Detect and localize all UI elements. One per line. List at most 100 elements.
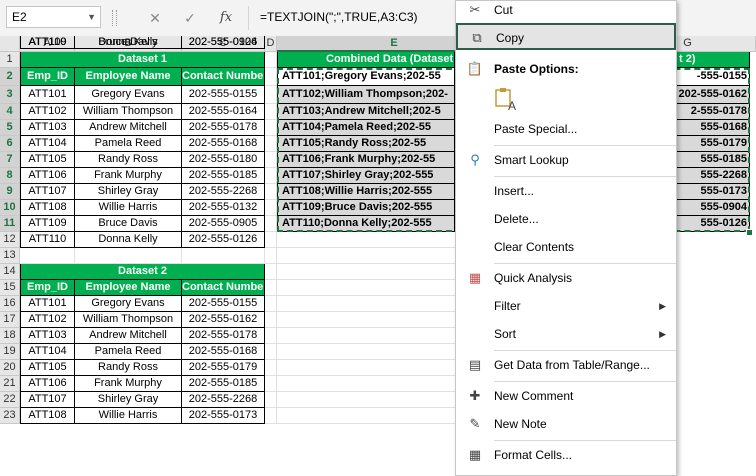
formula-input[interactable]: =TEXTJOIN(";",TRUE,A3:C3) [252, 6, 470, 28]
combined-cell[interactable]: ATT107;Shirley Gray;202-555 [277, 168, 455, 184]
dataset1-table-cell[interactable]: William Thompson [75, 104, 182, 120]
empty-cell[interactable] [265, 328, 277, 344]
dataset2-table-cell[interactable]: Pamela Reed [75, 344, 182, 360]
dataset1-table-cell[interactable]: 202-555-0155 [182, 86, 265, 104]
empty-cell[interactable] [265, 376, 277, 392]
empty-cell[interactable] [265, 86, 277, 104]
empty-cell[interactable] [265, 264, 277, 280]
dataset1-table-cell[interactable]: 202-555-0132 [182, 200, 265, 216]
dataset2-table-cell[interactable]: Willie Harris [75, 408, 182, 424]
combined-cell[interactable]: ATT102;William Thompson;202- [277, 86, 455, 104]
menu-item-delete[interactable]: Delete... [456, 206, 676, 232]
empty-cell[interactable] [182, 248, 265, 264]
dataset1-header-cell[interactable]: Employee Name [75, 68, 182, 86]
dataset2-table-cell[interactable]: 202-555-0155 [182, 296, 265, 312]
row-header-22[interactable]: 22 [0, 392, 20, 408]
dataset1-table-cell[interactable]: 202-555-0178 [182, 120, 265, 136]
dataset2-table-cell[interactable]: Frank Murphy [75, 376, 182, 392]
row-header-16[interactable]: 16 [0, 296, 20, 312]
empty-cell[interactable] [265, 392, 277, 408]
menu-item-quick-analysis[interactable]: ▦ Quick Analysis [456, 265, 676, 291]
empty-cell[interactable] [265, 408, 277, 424]
combined-cell[interactable]: ATT101;Gregory Evans;202-55 [277, 68, 455, 86]
menu-item-copy[interactable]: ⧉ Copy [456, 23, 676, 50]
row-header-23[interactable]: 23 [0, 408, 20, 424]
dataset2-table-cell[interactable]: ATT104 [20, 344, 75, 360]
dataset1-table-cell[interactable]: ATT107 [20, 184, 75, 200]
combined-cell-tail[interactable]: 202-555-0162 [677, 86, 750, 104]
dataset1-table-cell[interactable]: ATT106 [20, 168, 75, 184]
dataset2-table-cell[interactable]: 202-555-0185 [182, 376, 265, 392]
dataset1-table-cell[interactable]: 202-555-0164 [182, 104, 265, 120]
row-header-17[interactable]: 17 [0, 312, 20, 328]
combined-cell-tail[interactable]: 555-0179 [677, 136, 750, 152]
combined-cell-tail[interactable]: 2-555-0178 [677, 104, 750, 120]
empty-cell[interactable] [265, 312, 277, 328]
empty-cell[interactable] [265, 68, 277, 86]
dataset1-table-cell[interactable]: ATT104 [20, 136, 75, 152]
empty-cell[interactable] [265, 104, 277, 120]
chevron-down-icon[interactable]: ▼ [87, 7, 96, 27]
row-header-10[interactable]: 10 [0, 200, 20, 216]
empty-cell[interactable] [265, 120, 277, 136]
dataset1-table-cell[interactable]: Gregory Evans [75, 86, 182, 104]
row-header-2[interactable]: 2 [0, 68, 20, 86]
insert-function-icon[interactable]: fx [216, 8, 236, 28]
dataset2-table-cell[interactable]: ATT101 [20, 296, 75, 312]
row-header-15[interactable]: 15 [0, 280, 20, 296]
fill-handle[interactable] [746, 229, 753, 236]
combined-cell-tail[interactable]: 555-0185 [677, 152, 750, 168]
dataset1-table-cell[interactable]: ATT102 [20, 104, 75, 120]
empty-cell[interactable] [265, 280, 277, 296]
dataset1-table-cell[interactable]: 202-555-0185 [182, 168, 265, 184]
combined-title[interactable]: Combined Data (Dataset 1 [277, 52, 455, 68]
select-all-corner[interactable] [0, 36, 20, 52]
empty-cell[interactable] [265, 360, 277, 376]
dataset2-title[interactable]: Dataset 2 [20, 264, 265, 280]
dataset1-table-cell[interactable]: Donna Kelly [75, 232, 182, 248]
dataset2-table-cell[interactable]: Donna Kelly [75, 36, 182, 49]
empty-cell[interactable] [265, 184, 277, 200]
dataset2-table-cell[interactable]: ATT106 [20, 376, 75, 392]
combined-cell-tail[interactable]: 555-0168 [677, 120, 750, 136]
dataset1-header-cell[interactable]: Emp_ID [20, 68, 75, 86]
empty-cell[interactable] [265, 248, 277, 264]
dataset2-table-cell[interactable]: William Thompson [75, 312, 182, 328]
combined-cell-tail[interactable]: 555-0904 [677, 200, 750, 216]
row-header-6[interactable]: 6 [0, 136, 20, 152]
empty-cell[interactable] [75, 248, 182, 264]
menu-item-sort[interactable]: Sort ▶ [456, 321, 676, 347]
dataset1-table-cell[interactable]: ATT103 [20, 120, 75, 136]
menu-item-paste-special[interactable]: Paste Special... [456, 116, 676, 142]
combined-cell[interactable]: ATT108;Willie Harris;202-555 [277, 184, 455, 200]
dataset1-title[interactable]: Dataset 1 [20, 52, 265, 68]
dataset2-table-cell[interactable]: ATT105 [20, 360, 75, 376]
dataset2-table-cell[interactable]: Gregory Evans [75, 296, 182, 312]
empty-cell[interactable] [265, 168, 277, 184]
combined-cell[interactable]: ATT103;Andrew Mitchell;202-5 [277, 104, 455, 120]
dataset1-table-cell[interactable]: Willie Harris [75, 200, 182, 216]
name-box[interactable]: E2 ▼ [6, 6, 101, 28]
dataset2-table-cell[interactable]: 202-555-0173 [182, 408, 265, 424]
row-header-5[interactable]: 5 [0, 120, 20, 136]
row-header-3[interactable]: 3 [0, 86, 20, 104]
row-header-19[interactable]: 19 [0, 344, 20, 360]
dataset2-table-cell[interactable]: 202-555-0178 [182, 328, 265, 344]
dataset2-table-cell[interactable]: 202-555-0179 [182, 360, 265, 376]
dataset1-header-cell[interactable]: Contact Number [182, 68, 265, 86]
combined-cell-tail[interactable]: -555-0155 [677, 68, 750, 86]
enter-icon[interactable]: ✓ [180, 8, 200, 28]
row-header-13[interactable]: 13 [0, 248, 20, 264]
row-header-12[interactable]: 12 [0, 232, 20, 248]
menu-item-clear-contents[interactable]: Clear Contents [456, 234, 676, 260]
combined-cell-tail[interactable]: 555-0126 [677, 216, 750, 232]
dataset1-table-cell[interactable]: ATT109 [20, 216, 75, 232]
combined-title-right[interactable]: t 2) [677, 52, 750, 68]
dataset2-header-cell[interactable]: Contact Number [182, 280, 265, 296]
row-header-9[interactable]: 9 [0, 184, 20, 200]
empty-cell[interactable] [265, 152, 277, 168]
dataset1-table-cell[interactable]: Bruce Davis [75, 216, 182, 232]
combined-cell[interactable]: ATT105;Randy Ross;202-55 [277, 136, 455, 152]
empty-cell[interactable] [265, 216, 277, 232]
dataset2-table-cell[interactable]: ATT107 [20, 392, 75, 408]
